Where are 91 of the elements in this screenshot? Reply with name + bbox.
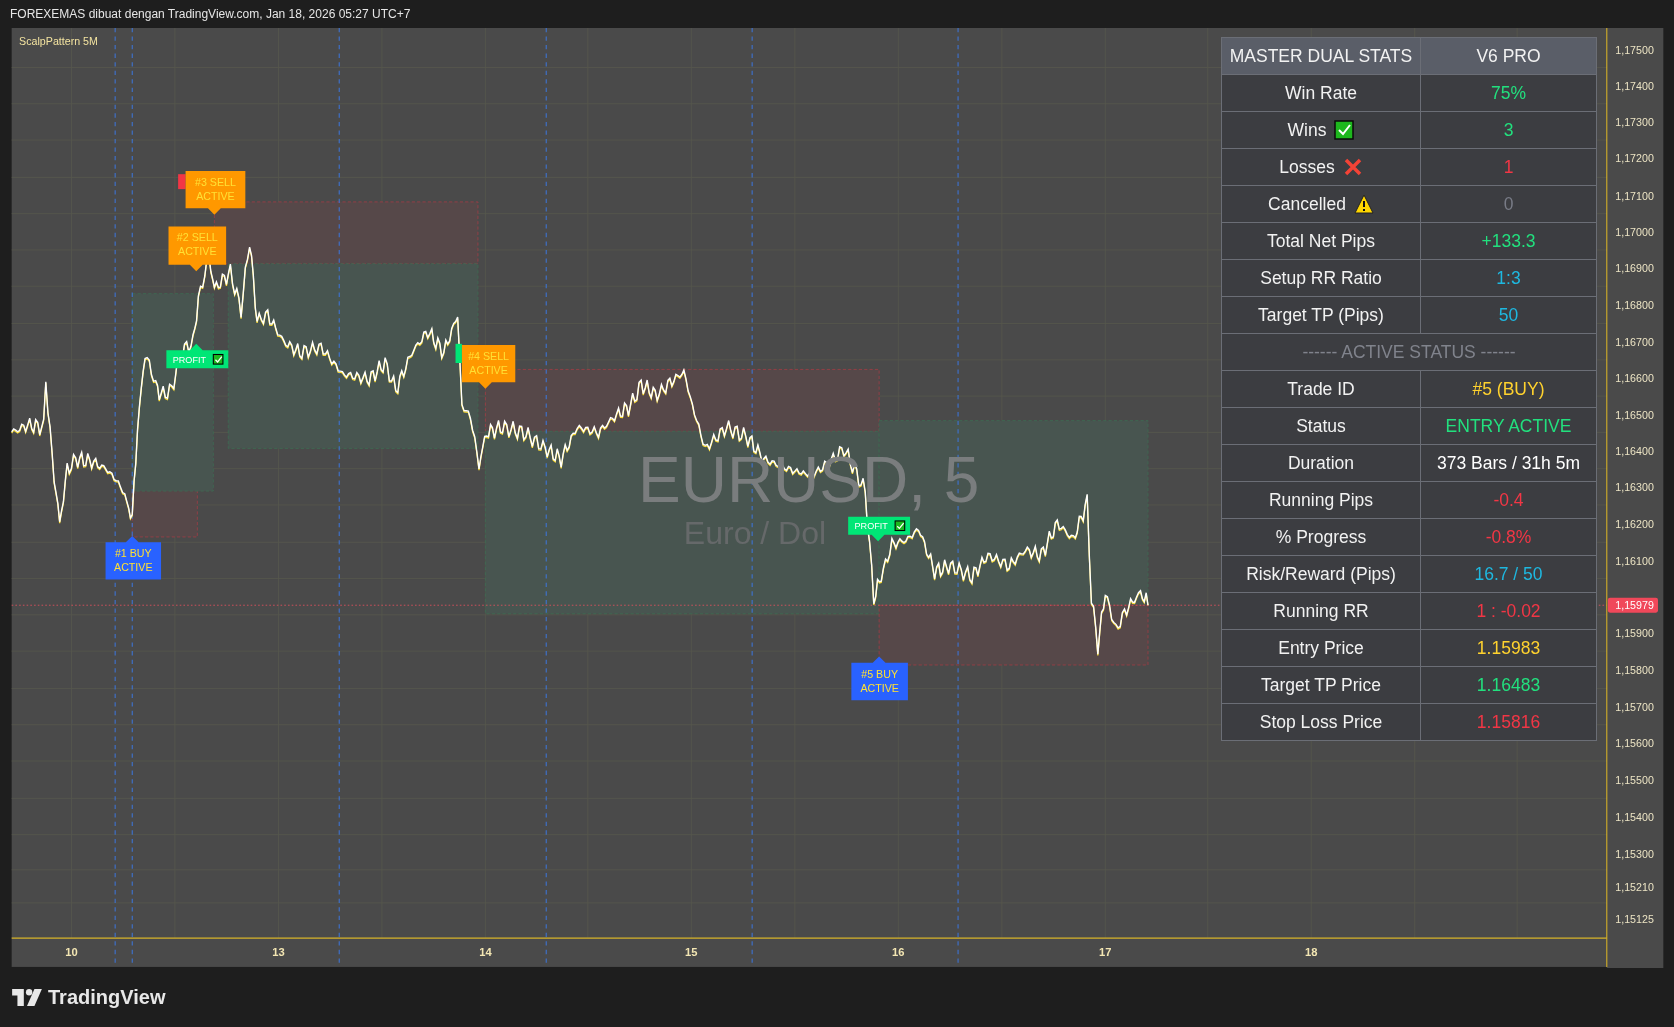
stat-label: Trade ID [1287, 378, 1355, 399]
stat-label: Running Pips [1268, 489, 1374, 510]
profit-label: PROFIT [854, 521, 888, 532]
warning-icon [1353, 194, 1374, 215]
stat-label: Losses [1279, 156, 1335, 177]
price-tick: 1,15400 [1615, 810, 1654, 823]
check-icon [1334, 120, 1355, 141]
stat-value: -0.8% [1485, 526, 1532, 547]
chart-caption: FOREXEMAS dibuat dengan TradingView.com, Jan 18, 2026 05:27 UTC+7 [10, 7, 411, 21]
price-tick: 1,15210 [1615, 881, 1654, 894]
time-tick: 16 [892, 946, 905, 959]
stat-label: Setup RR Ratio [1260, 267, 1382, 288]
stat-label: % Progress [1275, 526, 1367, 547]
stat-value: 0 [1503, 193, 1514, 214]
time-tick: 13 [272, 946, 285, 959]
price-tick: 1,16300 [1615, 481, 1654, 494]
signal-label: #4 SELL ACTIVE [468, 349, 510, 376]
stats-header: MASTER DUAL STATS [1229, 45, 1413, 66]
stat-label: Total Net Pips [1267, 230, 1375, 251]
buy-signal-badge [105, 535, 162, 580]
price-tick: 1,15600 [1615, 737, 1654, 750]
price-tick: 1,15300 [1615, 848, 1654, 861]
signal-label: #5 BUY ACTIVE [860, 667, 899, 694]
sell-signal-badge [168, 226, 227, 272]
stat-value: 1.15816 [1476, 711, 1541, 732]
time-tick: 18 [1305, 946, 1318, 959]
stat-label: Stop Loss Price [1259, 711, 1383, 732]
check-icon [212, 353, 224, 365]
time-tick: 15 [685, 946, 698, 959]
signal-label: #3 SELL ACTIVE [195, 175, 236, 202]
price-tick: 1,17100 [1615, 189, 1654, 202]
price-tick: 1,16800 [1615, 298, 1654, 311]
price-tick: 1,15500 [1615, 774, 1654, 787]
stat-label: Cancelled [1268, 193, 1346, 214]
check-icon [894, 520, 906, 532]
price-tick: 1,17000 [1615, 226, 1654, 239]
loss-badge [178, 174, 186, 190]
logo-icon [12, 989, 42, 1006]
price-tick: 1,16400 [1615, 444, 1654, 457]
stat-value: 1:3 [1496, 267, 1521, 288]
stat-value: 1.16483 [1476, 674, 1541, 695]
price-tick: 1,16900 [1615, 262, 1654, 275]
brand-name: TradingView [48, 986, 166, 1009]
price-tick: 1,16700 [1615, 335, 1654, 348]
price-tick: 1,17500 [1615, 43, 1654, 56]
stat-value: 3 [1503, 119, 1514, 140]
stat-label: Duration [1287, 452, 1355, 473]
profit-badge [455, 343, 462, 364]
stat-value: #5 (BUY) [1472, 378, 1545, 399]
stat-value: 50 [1498, 304, 1519, 325]
stat-label: Wins [1287, 119, 1327, 140]
sell-signal-badge [461, 344, 516, 389]
time-tick: 14 [479, 946, 492, 959]
signal-label: #2 SELL ACTIVE [176, 231, 218, 258]
price-tick: 1,16200 [1615, 518, 1654, 531]
price-tick: 1,17400 [1615, 79, 1654, 92]
stat-label: Win Rate [1285, 82, 1357, 103]
stat-value: ENTRY ACTIVE [1445, 415, 1572, 436]
stat-value: 75% [1491, 82, 1526, 103]
price-tick: 1,16500 [1615, 408, 1654, 421]
time-tick: 10 [65, 946, 78, 959]
price-tick: 1,15125 [1615, 913, 1654, 926]
signal-label: #1 BUY ACTIVE [114, 547, 153, 574]
stat-label: Target TP Price [1261, 674, 1381, 695]
stat-value: 16.7 / 50 [1474, 563, 1543, 584]
price-tick: 1,15900 [1615, 627, 1654, 640]
price-tick: 1,17200 [1615, 152, 1654, 165]
price-tick: 1,15800 [1615, 663, 1654, 676]
stat-value: +133.3 [1481, 230, 1536, 251]
price-tick: 1,15700 [1615, 700, 1654, 713]
price-tick: 1,16600 [1615, 372, 1654, 385]
stat-value: -0.4 [1493, 489, 1524, 510]
buy-signal-badge [851, 656, 908, 701]
price-tick: 1,17300 [1615, 116, 1654, 129]
price-tick: 1,16100 [1615, 554, 1654, 567]
stats-header: V6 PRO [1476, 45, 1541, 66]
time-tick: 17 [1099, 946, 1112, 959]
sell-signal-badge [185, 170, 246, 215]
stat-label: Status [1296, 415, 1346, 436]
stat-label: Running RR [1273, 600, 1369, 621]
stat-value: 373 Bars / 31h 5m [1437, 452, 1580, 473]
stat-label: Entry Price [1278, 637, 1364, 658]
indicator-title: ScalpPattern 5M [19, 35, 98, 48]
cross-icon [1342, 157, 1363, 178]
stat-label: Risk/Reward (Pips) [1246, 563, 1396, 584]
profit-label: PROFIT [172, 355, 206, 366]
stat-value: 1.15983 [1476, 637, 1541, 658]
stat-value: 1 [1503, 156, 1514, 177]
section-title: ------ ACTIVE STATUS ------ [1302, 341, 1516, 362]
stat-label: Target TP (Pips) [1258, 304, 1384, 325]
stat-value: 1 : -0.02 [1476, 600, 1541, 621]
